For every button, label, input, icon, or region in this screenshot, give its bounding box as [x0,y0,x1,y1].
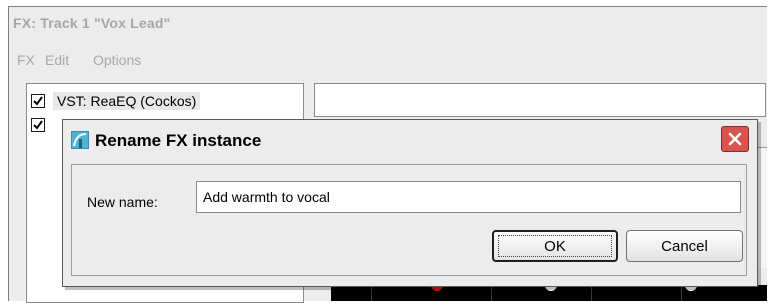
dialog-titlebar[interactable]: Rename FX instance [63,120,757,160]
close-button[interactable] [721,126,749,152]
menu-options[interactable]: Options [93,52,141,68]
close-icon [728,132,742,146]
enable-checkbox[interactable] [31,118,45,132]
menu-bar: FX Edit Options [9,47,767,75]
window-title: FX: Track 1 "Vox Lead" [13,15,171,31]
menu-fx[interactable]: FX [17,52,35,68]
new-name-input[interactable] [196,181,741,213]
dialog-body: New name: OK Cancel [71,164,747,276]
grid-line [371,285,372,301]
eq-graph[interactable] [331,285,767,301]
focus-rect [498,235,612,257]
grid-line [491,285,492,301]
checkmark-icon [33,96,43,106]
fx-item-label: VST: ReaEQ (Cockos) [53,92,201,110]
checkmark-icon [33,120,43,130]
dialog-title: Rename FX instance [95,131,262,150]
cancel-button[interactable]: Cancel [626,230,743,262]
reaper-app-icon [71,131,89,149]
plugin-header-panel [314,83,766,117]
grid-line [591,285,592,301]
rename-fx-dialog: Rename FX instance New name: OK Cancel [62,119,758,287]
fx-list-item[interactable]: VST: ReaEQ (Cockos) [31,91,201,111]
enable-checkbox[interactable] [31,94,45,108]
new-name-label: New name: [87,194,158,210]
ok-button[interactable]: OK [492,230,618,262]
cancel-button-label: Cancel [661,237,708,255]
grid-line [681,285,682,301]
menu-edit[interactable]: Edit [45,52,69,68]
fx-list-item[interactable] [31,115,45,135]
